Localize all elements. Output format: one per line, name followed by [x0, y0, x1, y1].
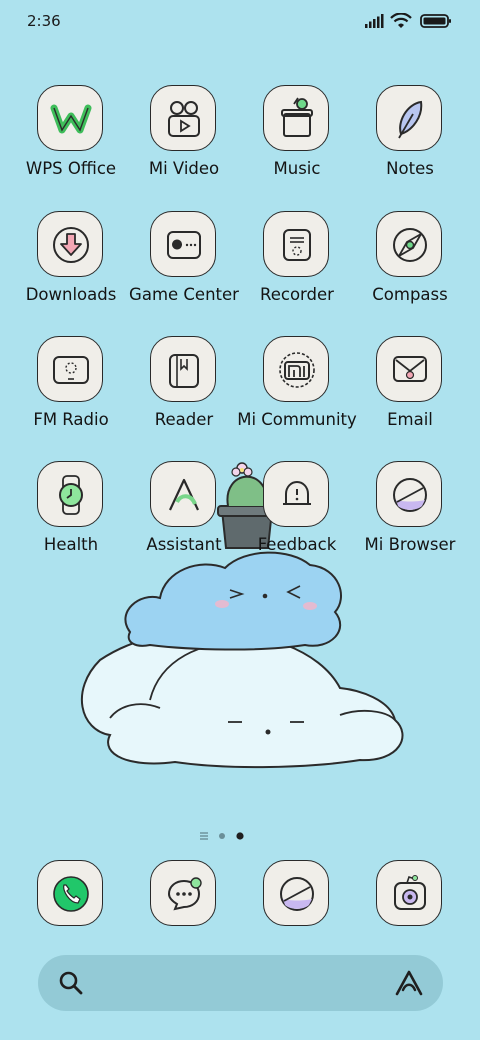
music-icon: [263, 85, 329, 151]
page-indicator[interactable]: [198, 830, 248, 842]
app-health[interactable]: Health: [11, 461, 131, 571]
app-recorder[interactable]: Recorder: [237, 211, 357, 321]
notes-icon: [376, 85, 442, 151]
search-bar[interactable]: [38, 955, 443, 1011]
dock-browser[interactable]: [237, 860, 357, 926]
wifi-icon: [390, 13, 412, 28]
status-time: 2:36: [27, 12, 61, 30]
feed-page-icon: [200, 832, 208, 840]
battery-icon: [420, 14, 451, 28]
wps-office-icon: [37, 85, 103, 151]
search-icon: [59, 971, 83, 995]
dock-messages[interactable]: [124, 860, 244, 926]
recorder-icon: [263, 211, 329, 277]
app-label: Compass: [372, 285, 448, 304]
downloads-icon: [37, 211, 103, 277]
app-label: Notes: [386, 159, 434, 178]
page-dot-active: [236, 832, 244, 840]
app-wps-office[interactable]: WPS Office: [11, 85, 131, 195]
app-game-center[interactable]: Game Center: [124, 211, 244, 321]
app-mi-community[interactable]: Mi Community: [237, 336, 357, 446]
mi-video-icon: [150, 85, 216, 151]
app-reader[interactable]: Reader: [124, 336, 244, 446]
compass-icon: [376, 211, 442, 277]
app-notes[interactable]: Notes: [350, 85, 470, 195]
app-mi-video[interactable]: Mi Video: [124, 85, 244, 195]
browser-icon: [263, 860, 329, 926]
app-assistant[interactable]: Assistant: [124, 461, 244, 571]
app-email[interactable]: Email: [350, 336, 470, 446]
health-icon: [37, 461, 103, 527]
app-label: Mi Browser: [364, 535, 456, 554]
app-music[interactable]: Music: [237, 85, 357, 195]
messages-icon: [150, 860, 216, 926]
app-fm-radio[interactable]: FM Radio: [11, 336, 131, 446]
app-feedback[interactable]: Feedback: [237, 461, 357, 571]
page-dot: [219, 833, 225, 839]
fm-radio-icon: [37, 336, 103, 402]
phone-icon: [37, 860, 103, 926]
game-center-icon: [150, 211, 216, 277]
assistant-icon: [150, 461, 216, 527]
app-downloads[interactable]: Downloads: [11, 211, 131, 321]
email-icon: [376, 336, 442, 402]
feedback-icon: [263, 461, 329, 527]
app-mi-browser[interactable]: Mi Browser: [350, 461, 470, 571]
status-bar: 2:36: [0, 0, 480, 44]
mi-community-icon: [263, 336, 329, 402]
dock-camera[interactable]: [350, 860, 470, 926]
mi-browser-icon: [376, 461, 442, 527]
camera-icon: [376, 860, 442, 926]
app-label: Email: [387, 410, 433, 429]
app-compass[interactable]: Compass: [350, 211, 470, 321]
signal-icon: [365, 14, 384, 28]
status-icons: [364, 13, 454, 29]
assistant-icon[interactable]: [394, 969, 424, 997]
dock-phone[interactable]: [11, 860, 131, 926]
reader-icon: [150, 336, 216, 402]
